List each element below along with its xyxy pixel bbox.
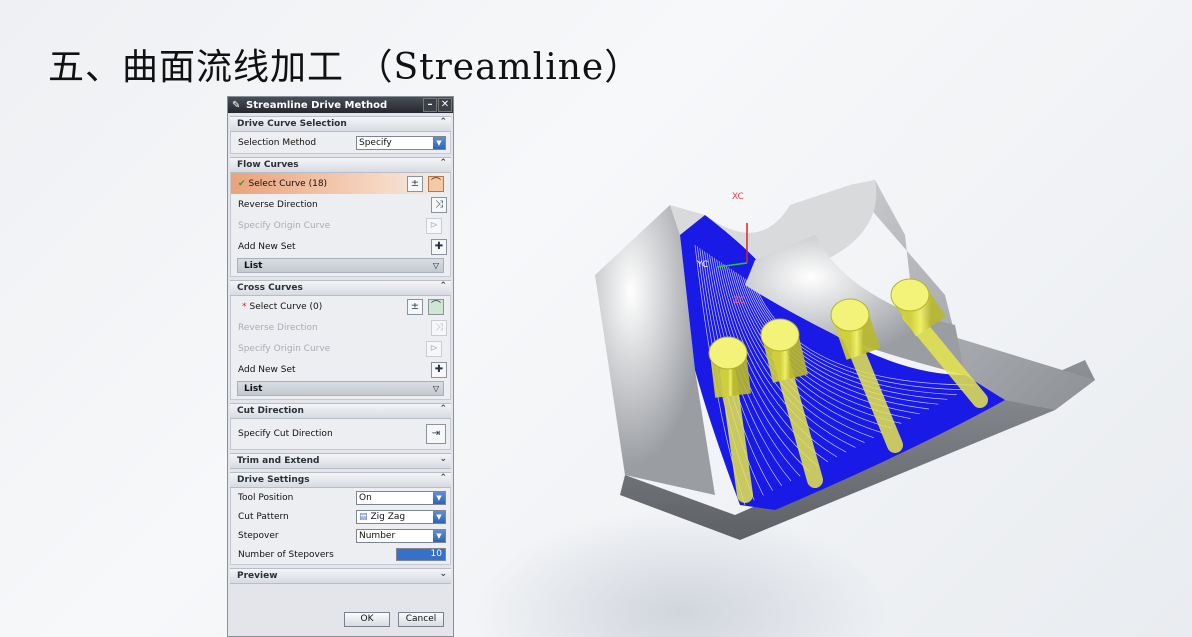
chevron-down-icon: ⌄ — [439, 569, 447, 579]
stepover-select[interactable]: Number ▼ — [356, 528, 446, 543]
flow-specify-origin-curve-label: Specify Origin Curve — [238, 220, 331, 231]
section-preview[interactable]: Preview ⌄ — [230, 568, 451, 584]
specify-cut-direction-label: Specify Cut Direction — [238, 429, 333, 439]
section-trim-and-extend[interactable]: Trim and Extend ⌄ — [230, 453, 451, 469]
tool-top — [890, 278, 930, 312]
chevron-up-icon: ⌃ — [439, 473, 447, 483]
zigzag-icon: ▤ — [359, 511, 368, 522]
section-drive-settings[interactable]: Drive Settings ⌃ — [230, 472, 451, 488]
chevron-up-icon: ⌃ — [439, 281, 447, 291]
cross-add-new-set-label: Add New Set — [238, 364, 296, 375]
section-drive-curve-selection[interactable]: Drive Curve Selection ⌃ — [230, 116, 451, 132]
cross-list-toggle[interactable]: List ▽ — [237, 381, 444, 396]
chevron-down-icon: ⌄ — [439, 454, 447, 464]
chevron-down-icon: ▽ — [432, 384, 439, 393]
dropdown-arrow-icon: ▼ — [433, 529, 445, 542]
tool-top — [708, 336, 748, 370]
close-icon[interactable]: ✕ — [438, 98, 452, 112]
tool-position-select[interactable]: On ▼ — [356, 490, 446, 505]
section-flow-curves[interactable]: Flow Curves ⌃ — [230, 157, 451, 173]
add-new-set-icon[interactable]: ✚ — [431, 238, 447, 255]
flow-select-curve-row[interactable]: ✔ Select Curve (18) ± ⌒ — [231, 173, 450, 194]
tool-top — [760, 318, 800, 352]
chevron-up-icon: ⌃ — [439, 117, 447, 127]
origin-curve-icon: ⊳ — [426, 217, 442, 234]
tool-icon: ✎ — [232, 99, 241, 111]
flow-add-new-set-label: Add New Set — [238, 241, 296, 252]
dropdown-arrow-icon: ▼ — [433, 510, 445, 523]
checkmark-icon: ✔ — [238, 178, 246, 189]
slide-title: 五、曲面流线加工 （Streamline） — [48, 47, 642, 88]
reverse-direction-icon[interactable]: ⤨ — [431, 196, 447, 213]
cut-pattern-select[interactable]: ▤ Zig Zag ▼ — [356, 509, 446, 524]
cross-reverse-direction-label: Reverse Direction — [238, 322, 318, 333]
dialog-titlebar[interactable]: ✎ Streamline Drive Method – ✕ — [228, 97, 453, 113]
tool-top — [830, 298, 870, 332]
dialog-title: Streamline Drive Method — [246, 99, 388, 111]
axis-label-yc: YC — [696, 260, 708, 270]
add-new-set-icon[interactable]: ✚ — [431, 361, 447, 378]
add-curve-icon[interactable]: ± — [407, 298, 423, 315]
cut-direction-icon[interactable]: ⇥ — [426, 424, 446, 444]
cross-select-curve-row[interactable]: * Select Curve (0) ± ⌒ — [231, 296, 450, 317]
section-cross-curves[interactable]: Cross Curves ⌃ — [230, 280, 451, 296]
flow-list-toggle[interactable]: List ▽ — [237, 258, 444, 273]
add-curve-icon[interactable]: ± — [407, 175, 423, 192]
chevron-up-icon: ⌃ — [439, 158, 447, 168]
chevron-up-icon: ⌃ — [439, 404, 447, 414]
required-star-icon: * — [242, 301, 247, 312]
flow-reverse-direction-label: Reverse Direction — [238, 199, 318, 210]
selection-method-select[interactable]: Specify ▼ — [356, 135, 446, 150]
axis-label-zc: ZC — [733, 296, 745, 306]
origin-curve-icon: ⊳ — [426, 340, 442, 357]
reverse-direction-icon: ⤨ — [431, 319, 447, 336]
curve-select-icon[interactable]: ⌒ — [428, 175, 444, 192]
cross-specify-origin-curve-label: Specify Origin Curve — [238, 343, 331, 354]
curve-select-icon[interactable]: ⌒ — [428, 298, 444, 315]
number-of-stepovers-input[interactable]: 10 — [396, 548, 446, 561]
axis-label-xc: XC — [732, 192, 744, 202]
streamline-drive-method-dialog: ✎ Streamline Drive Method – ✕ Drive Curv… — [227, 96, 454, 637]
chevron-down-icon: ▽ — [432, 261, 439, 270]
dropdown-arrow-icon: ▼ — [433, 136, 445, 149]
3d-part-viewport[interactable]: XC YC ZC — [585, 175, 1105, 555]
ok-button[interactable]: OK — [344, 612, 390, 627]
cancel-button[interactable]: Cancel — [398, 612, 444, 627]
dropdown-arrow-icon: ▼ — [433, 491, 445, 504]
section-cut-direction[interactable]: Cut Direction ⌃ — [230, 403, 451, 419]
minimize-icon[interactable]: – — [423, 98, 437, 112]
